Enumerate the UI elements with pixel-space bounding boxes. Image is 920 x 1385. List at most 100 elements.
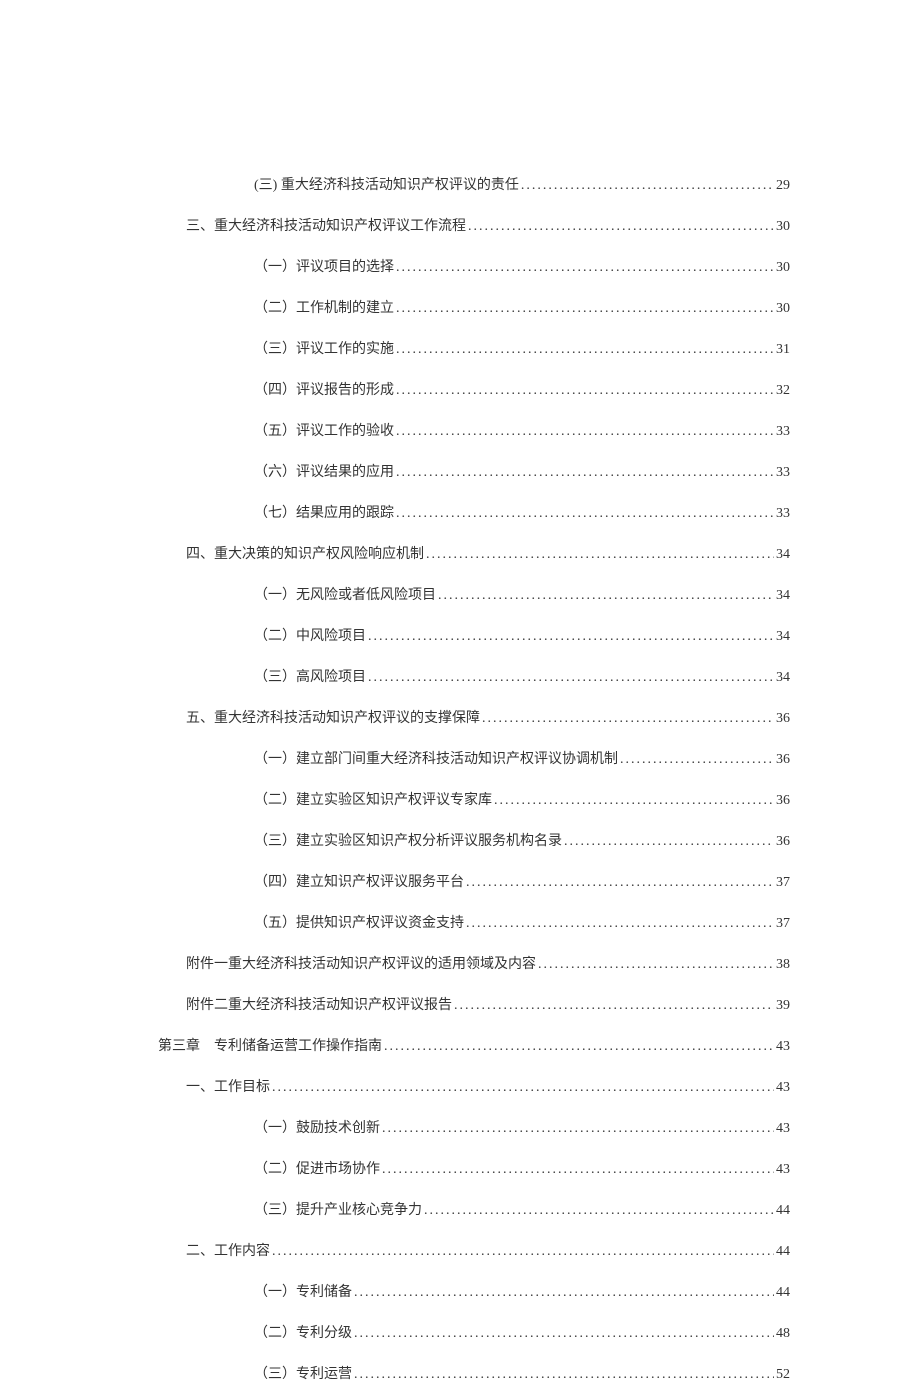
- toc-entry-label: 二、工作内容: [186, 1241, 270, 1262]
- toc-entry: 五、重大经济科技活动知识产权评议的支撑保障36: [158, 708, 790, 729]
- toc-entry-label: （七）结果应用的跟踪: [254, 503, 394, 524]
- toc-leader-dots: [396, 339, 774, 360]
- toc-entry-label: （二）中风险项目: [254, 626, 366, 647]
- toc-entry-page: 38: [776, 954, 790, 975]
- toc-entry: （一）鼓励技术创新 43: [158, 1118, 790, 1139]
- toc-entry-label: （二）促进市场协作: [254, 1159, 380, 1180]
- toc-entry-page: 34: [776, 585, 790, 606]
- toc-entry-page: 48: [776, 1323, 790, 1344]
- toc-entry: (三) 重大经济科技活动知识产权评议的责任29: [158, 175, 790, 196]
- toc-entry: （二）工作机制的建立30: [158, 298, 790, 319]
- toc-entry-label: （二）专利分级: [254, 1323, 352, 1344]
- toc-leader-dots: [354, 1323, 774, 1344]
- toc-leader-dots: [468, 216, 774, 237]
- toc-leader-dots: [424, 1200, 774, 1221]
- toc-entry-label: （一）无风险或者低风险项目: [254, 585, 436, 606]
- toc-entry: （三）评议工作的实施 31: [158, 339, 790, 360]
- toc-entry: 附件一重大经济科技活动知识产权评议的适用领域及内容 38: [158, 954, 790, 975]
- toc-entry: 附件二重大经济科技活动知识产权评议报告 39: [158, 995, 790, 1016]
- toc-entry-label: （一）鼓励技术创新: [254, 1118, 380, 1139]
- toc-entry-label: （三）建立实验区知识产权分析评议服务机构名录: [254, 831, 562, 852]
- toc-entry: （一）无风险或者低风险项目 34: [158, 585, 790, 606]
- toc-entry-page: 33: [776, 421, 790, 442]
- toc-entry-label: （二）建立实验区知识产权评议专家库: [254, 790, 492, 811]
- toc-entry: （五）评议工作的验收 33: [158, 421, 790, 442]
- toc-entry: （一）评议项目的选择 30: [158, 257, 790, 278]
- toc-entry: （一）建立部门间重大经济科技活动知识产权评议协调机制 36: [158, 749, 790, 770]
- toc-leader-dots: [494, 790, 774, 811]
- toc-entry: （六）评议结果的应用33: [158, 462, 790, 483]
- toc-entry: （二）建立实验区知识产权评议专家库 36: [158, 790, 790, 811]
- toc-entry: （三）建立实验区知识产权分析评议服务机构名录 36: [158, 831, 790, 852]
- toc-leader-dots: [538, 954, 774, 975]
- toc-entry-label: （一）评议项目的选择: [254, 257, 394, 278]
- toc-entry-page: 30: [776, 257, 790, 278]
- toc-entry-page: 43: [776, 1077, 790, 1098]
- toc-entry-label: 四、重大决策的知识产权风险响应机制: [186, 544, 424, 565]
- toc-leader-dots: [354, 1364, 774, 1385]
- toc-entry-page: 34: [776, 667, 790, 688]
- toc-entry: 四、重大决策的知识产权风险响应机制 34: [158, 544, 790, 565]
- toc-entry-page: 44: [776, 1282, 790, 1303]
- toc-leader-dots: [382, 1118, 774, 1139]
- toc-entry-label: 附件一重大经济科技活动知识产权评议的适用领域及内容: [186, 954, 536, 975]
- toc-leader-dots: [426, 544, 774, 565]
- toc-leader-dots: [396, 503, 774, 524]
- toc-entry-page: 31: [776, 339, 790, 360]
- toc-entry-page: 32: [776, 380, 790, 401]
- toc-entry: 二、工作内容 44: [158, 1241, 790, 1262]
- toc-entry-label: （五）评议工作的验收: [254, 421, 394, 442]
- toc-entry: （三）提升产业核心竞争力44: [158, 1200, 790, 1221]
- toc-entry: （二）促进市场协作 43: [158, 1159, 790, 1180]
- toc-entry-label: 第三章 专利储备运营工作操作指南: [158, 1036, 382, 1057]
- toc-entry-label: （六）评议结果的应用: [254, 462, 394, 483]
- toc-entry: （四）建立知识产权评议服务平台37: [158, 872, 790, 893]
- toc-entry-page: 43: [776, 1159, 790, 1180]
- toc-leader-dots: [384, 1036, 774, 1057]
- toc-entry-label: 附件二重大经济科技活动知识产权评议报告: [186, 995, 452, 1016]
- toc-entry-page: 37: [776, 872, 790, 893]
- toc-leader-dots: [482, 708, 774, 729]
- toc-entry-page: 52: [776, 1364, 790, 1385]
- toc-leader-dots: [368, 626, 774, 647]
- toc-entry-page: 37: [776, 913, 790, 934]
- toc-entry-page: 36: [776, 749, 790, 770]
- toc-leader-dots: [382, 1159, 774, 1180]
- toc-entry-label: （三）高风险项目: [254, 667, 366, 688]
- toc-entry-page: 43: [776, 1118, 790, 1139]
- table-of-contents: (三) 重大经济科技活动知识产权评议的责任29 三、重大经济科技活动知识产权评议工…: [158, 175, 790, 1385]
- toc-leader-dots: [396, 298, 774, 319]
- toc-leader-dots: [396, 421, 774, 442]
- toc-entry-label: （二）工作机制的建立: [254, 298, 394, 319]
- toc-entry-label: 五、重大经济科技活动知识产权评议的支撑保障: [186, 708, 480, 729]
- toc-entry-label: （三）提升产业核心竞争力: [254, 1200, 422, 1221]
- toc-leader-dots: [521, 175, 774, 196]
- toc-entry-label: （三）评议工作的实施: [254, 339, 394, 360]
- toc-entry-label: （一）建立部门间重大经济科技活动知识产权评议协调机制: [254, 749, 618, 770]
- toc-entry: （二）专利分级 48: [158, 1323, 790, 1344]
- toc-entry-page: 30: [776, 216, 790, 237]
- toc-leader-dots: [368, 667, 774, 688]
- toc-entry-page: 34: [776, 544, 790, 565]
- toc-entry: （三）高风险项目 34: [158, 667, 790, 688]
- toc-entry-label: (三) 重大经济科技活动知识产权评议的责任: [254, 175, 519, 196]
- toc-entry-page: 36: [776, 831, 790, 852]
- toc-entry: （七）结果应用的跟踪33: [158, 503, 790, 524]
- toc-leader-dots: [396, 462, 774, 483]
- toc-entry: （二）中风险项目 34: [158, 626, 790, 647]
- toc-entry-page: 36: [776, 790, 790, 811]
- toc-entry: （五）提供知识产权评议资金支持37: [158, 913, 790, 934]
- toc-entry-label: 三、重大经济科技活动知识产权评议工作流程: [186, 216, 466, 237]
- toc-entry-page: 39: [776, 995, 790, 1016]
- toc-entry: （四）评议报告的形成32: [158, 380, 790, 401]
- toc-leader-dots: [466, 872, 774, 893]
- toc-leader-dots: [396, 380, 774, 401]
- toc-entry-page: 34: [776, 626, 790, 647]
- toc-leader-dots: [272, 1241, 774, 1262]
- toc-leader-dots: [396, 257, 774, 278]
- toc-entry: 一、工作目标43: [158, 1077, 790, 1098]
- toc-entry-page: 44: [776, 1241, 790, 1262]
- toc-entry: （三）专利运营 52: [158, 1364, 790, 1385]
- toc-leader-dots: [272, 1077, 774, 1098]
- toc-entry-label: （三）专利运营: [254, 1364, 352, 1385]
